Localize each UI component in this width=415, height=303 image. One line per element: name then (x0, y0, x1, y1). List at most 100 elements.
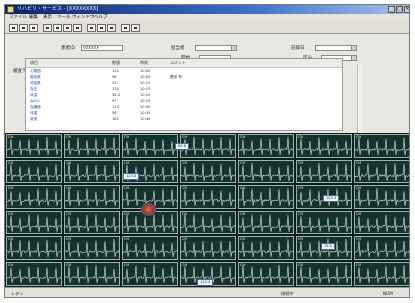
toolbar-button-print[interactable] (43, 24, 52, 32)
waveform-panel[interactable]: CH (238, 134, 294, 158)
waveform-panel[interactable]: CH (354, 134, 409, 158)
toolbar-button-settings[interactable] (131, 24, 140, 32)
maximize-button[interactable]: □ (396, 6, 403, 13)
waveform-panel[interactable]: CH (296, 159, 352, 184)
waveform-panel[interactable]: CH (6, 262, 62, 286)
waveform-trace (65, 137, 119, 155)
waveform-panel[interactable]: CH (354, 210, 409, 235)
column-header[interactable]: 時刻 (140, 59, 148, 67)
waveform-panel[interactable]: CH (238, 210, 294, 235)
waveform-panel[interactable]: CH (64, 210, 120, 235)
toolbar-button-new[interactable] (9, 24, 18, 32)
waveform-panel[interactable]: CH (6, 185, 62, 209)
waveform-panel[interactable]: CH (122, 262, 178, 286)
cell: 97 (112, 99, 117, 103)
waveform-panel[interactable]: CH (6, 236, 62, 260)
close-button[interactable]: × (404, 6, 409, 13)
toolbar-button-record[interactable] (87, 24, 96, 32)
cell: 呼吸数 (30, 81, 41, 85)
waveform-trace (239, 214, 293, 232)
toolbar-button-cut[interactable] (53, 24, 62, 32)
waveform-panel[interactable]: CH (296, 262, 352, 286)
cell: 身長 (30, 117, 38, 121)
panel-label: CH (66, 237, 72, 242)
waveform-panel[interactable]: CH (238, 262, 294, 286)
list-row[interactable]: 体温 36.5 10:20 (26, 93, 342, 98)
waveform-trace (239, 239, 293, 258)
waveform-panel[interactable]: CH (238, 185, 294, 209)
panel-label: CH (66, 135, 72, 139)
waveform-panel[interactable]: CH (238, 236, 294, 260)
waveform-panel[interactable]: CH (180, 159, 236, 184)
list-row[interactable]: 脈拍数 98 10:05 異常 有 (26, 75, 342, 80)
waveform-trace (123, 242, 177, 258)
waveform-panel[interactable]: CH (238, 159, 294, 184)
waveform-panel[interactable]: CH (354, 236, 409, 260)
toolbar-button-zoom[interactable] (121, 24, 130, 32)
list-row[interactable]: 呼吸数 22 10:10 (26, 81, 342, 86)
waveform-panel[interactable]: CH (354, 159, 409, 184)
waveform-trace (123, 264, 177, 283)
minimize-button[interactable]: _ (388, 6, 395, 13)
waveform-panel[interactable]: CH (354, 262, 409, 286)
column-header[interactable]: 項目 (30, 59, 38, 67)
list-row[interactable]: 心電図 120 10:00 (26, 69, 342, 74)
waveform-panel[interactable]: CH (122, 236, 178, 260)
waveform-panel[interactable]: CH (180, 236, 236, 260)
panel-label: CH (66, 160, 72, 165)
toolbar-button-save[interactable] (29, 24, 38, 32)
menu-view[interactable]: 表示 (43, 14, 52, 22)
cell: 体温 (30, 93, 38, 97)
waveform-panel[interactable]: CH (6, 210, 62, 235)
data-list[interactable]: 項目 数値 時刻 コメント 心電図 120 10:00 脈拍数 98 10:05 異常 有… (25, 58, 343, 131)
waveform-panel[interactable]: CH (64, 185, 120, 209)
toolbar-button-paste[interactable] (73, 24, 82, 32)
waveform-panel[interactable]: CH (296, 210, 352, 235)
cell: 10:40 (140, 117, 151, 121)
column-header[interactable]: コメント (170, 59, 186, 67)
panel-label: CH (182, 211, 188, 216)
menu-tools[interactable]: ツール (57, 14, 71, 22)
panel-label: CH (182, 237, 188, 242)
waveform-panel[interactable]: CH (6, 159, 62, 184)
waveform-panel[interactable]: CH (64, 159, 120, 184)
toolbar-button-stop[interactable] (107, 24, 116, 32)
waveform-trace (355, 188, 409, 207)
list-row[interactable]: 血糖値 110 10:30 (26, 105, 342, 110)
waveform-grid: CH CH CH CH CH CH CH CH CH CH CH CH CH CH CH CH CH CH CH CH… (5, 133, 409, 287)
menu-edit[interactable]: 編集 (29, 14, 38, 22)
waveform-panel[interactable]: CH (64, 262, 120, 286)
list-row[interactable]: 血圧 130 10:15 (26, 87, 342, 92)
waveform-trace (181, 162, 235, 181)
waveform-panel[interactable]: CH (180, 210, 236, 235)
menu-help[interactable]: ヘルプ (94, 14, 108, 22)
vertical-scrollbar[interactable] (357, 65, 363, 133)
column-header[interactable]: 数値 (112, 59, 120, 67)
waveform-panel[interactable]: CH (6, 134, 62, 158)
list-row[interactable]: SpO2 97 10:25 (26, 99, 342, 104)
menu-file[interactable]: ファイル (9, 14, 27, 22)
waveform-panel[interactable]: CH (64, 134, 120, 158)
highlight-marker[interactable] (141, 203, 156, 216)
waveform-panel[interactable]: CH (180, 185, 236, 209)
waveform-trace (355, 162, 409, 181)
panel-label: CH (124, 160, 130, 165)
toolbar-button-copy[interactable] (63, 24, 72, 32)
toolbar-button-open[interactable] (19, 24, 28, 32)
patient-id-field[interactable]: 00XXXX (81, 45, 123, 51)
panel-label: CH (8, 135, 14, 139)
list-row[interactable]: 身長 162 10:40 (26, 117, 342, 122)
waveform-trace (297, 264, 351, 283)
panel-label: CH (298, 263, 304, 267)
menu-window[interactable]: ウィンドウ (72, 14, 95, 22)
waveform-panel[interactable]: CH (354, 185, 409, 209)
list-row[interactable]: 体重 58 10:35 (26, 111, 342, 116)
waveform-panel[interactable]: CH (122, 134, 178, 158)
waveform-panel[interactable]: CH (64, 236, 120, 260)
toolbar-button-play[interactable] (97, 24, 106, 32)
staff-dropdown[interactable] (195, 45, 237, 51)
record-date-dropdown[interactable] (315, 45, 357, 51)
waveform-panel[interactable]: CH (296, 134, 352, 158)
cell: 36.5 (112, 93, 121, 97)
status-middle: 接続中 (281, 291, 294, 296)
